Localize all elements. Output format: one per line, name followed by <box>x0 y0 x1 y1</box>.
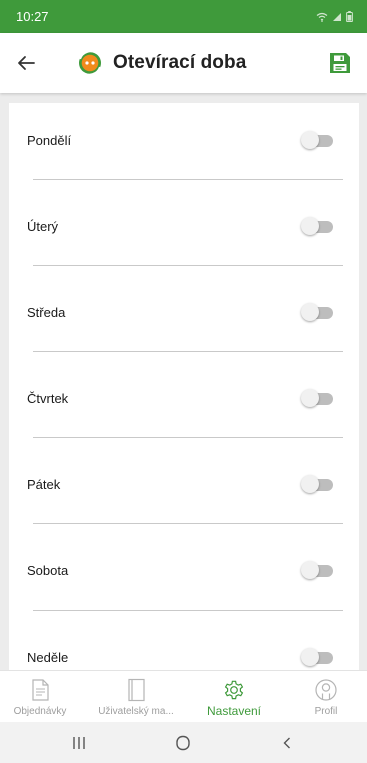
day-toggle-saturday[interactable] <box>301 561 335 579</box>
gear-icon <box>224 680 244 700</box>
app-logo-icon <box>79 50 101 76</box>
save-icon[interactable] <box>327 50 353 76</box>
nav-label: Profil <box>314 706 338 717</box>
day-label: Pátek <box>27 477 61 492</box>
opening-hours-content[interactable]: Pondělí Úterý Středa Čtvrtek Pátek Sobot… <box>0 93 367 670</box>
row-divider <box>33 437 343 438</box>
days-card: Pondělí Úterý Středa Čtvrtek Pátek Sobot… <box>9 103 359 670</box>
bottom-nav: Objednávky Uživatelský ma... Nastavení P… <box>0 670 367 722</box>
day-label: Čtvrtek <box>27 391 69 406</box>
day-row-saturday: Sobota <box>9 533 359 619</box>
toggle-thumb <box>301 475 319 493</box>
battery-icon <box>346 11 353 22</box>
day-row-friday: Pátek <box>9 447 359 533</box>
day-label: Sobota <box>27 563 69 578</box>
day-toggle-wednesday[interactable] <box>301 303 335 321</box>
row-divider <box>33 179 343 180</box>
home-button[interactable] <box>168 730 198 756</box>
chevron-left-icon <box>283 737 290 749</box>
day-label: Pondělí <box>27 133 72 148</box>
toggle-thumb <box>301 303 319 321</box>
day-row-wednesday: Středa <box>9 275 359 361</box>
row-divider <box>33 610 343 611</box>
recent-apps-button[interactable] <box>64 730 94 756</box>
day-toggle-sunday[interactable] <box>301 648 335 666</box>
row-divider <box>33 523 343 524</box>
recent-apps-icon <box>73 737 85 749</box>
signal-icon <box>333 12 341 21</box>
toggle-thumb <box>301 561 319 579</box>
day-toggle-monday[interactable] <box>301 131 335 149</box>
nav-label: Objednávky <box>13 706 67 717</box>
profile-icon <box>315 679 337 701</box>
row-divider <box>33 265 343 266</box>
arrow-left-icon <box>18 56 35 70</box>
toggle-thumb <box>301 217 319 235</box>
day-toggle-thursday[interactable] <box>301 389 335 407</box>
document-icon <box>32 679 49 701</box>
wifi-icon <box>316 12 328 22</box>
nav-item-settings[interactable]: Nastavení <box>198 671 270 723</box>
nav-item-profile[interactable]: Profil <box>298 671 354 723</box>
day-row-thursday: Čtvrtek <box>9 361 359 447</box>
day-label: Úterý <box>27 219 59 234</box>
day-row-tuesday: Úterý <box>9 189 359 275</box>
toggle-thumb <box>301 648 319 666</box>
nav-item-orders[interactable]: Objednávky <box>10 671 70 723</box>
nav-label: Nastavení <box>206 704 262 718</box>
day-label: Středa <box>27 305 66 320</box>
nav-label: Uživatelský ma... <box>98 706 174 717</box>
day-label: Neděle <box>27 650 69 665</box>
day-row-sunday: Neděle <box>9 620 359 670</box>
app-bar: Otevírací doba <box>0 33 367 93</box>
toggle-thumb <box>301 131 319 149</box>
status-bar: 10:27 <box>0 0 367 33</box>
day-toggle-friday[interactable] <box>301 475 335 493</box>
page-title: Otevírací doba <box>113 52 247 73</box>
system-back-button[interactable] <box>272 730 302 756</box>
system-nav-bar <box>0 722 367 763</box>
home-icon <box>176 735 190 751</box>
row-divider <box>33 351 343 352</box>
nav-item-user-manual[interactable]: Uživatelský ma... <box>86 671 186 723</box>
toggle-thumb <box>301 389 319 407</box>
status-icons <box>316 11 353 22</box>
status-time: 10:27 <box>16 9 49 24</box>
book-icon <box>128 678 145 702</box>
back-button[interactable] <box>0 33 52 93</box>
day-toggle-tuesday[interactable] <box>301 217 335 235</box>
day-row-monday: Pondělí <box>9 103 359 189</box>
